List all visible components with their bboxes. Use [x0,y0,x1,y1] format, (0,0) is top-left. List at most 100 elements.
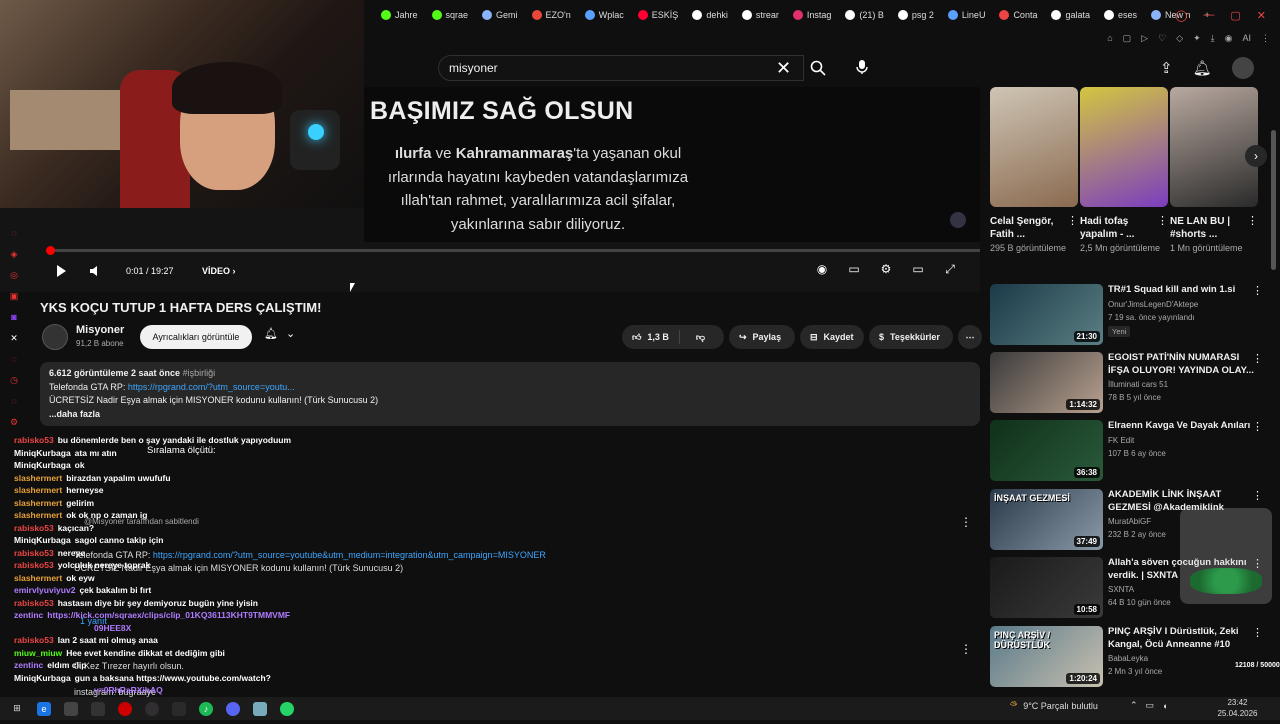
recommendation-channel[interactable]: Onur'JimsLegenD'Aktepe [1108,300,1198,309]
browser-tab[interactable]: eses [1097,0,1144,30]
recommendation-channel[interactable]: İlluminati cars 51 [1108,380,1168,389]
browser-tab[interactable]: psg 2 [891,0,941,30]
volume-icon[interactable]: ◖ [1162,701,1167,711]
upload-icon[interactable]: ⇪ [1160,59,1173,77]
recommendation-thumbnail[interactable]: 36:38 [990,420,1103,481]
download-icon[interactable]: ⤓ [1211,33,1215,44]
spotify-icon[interactable]: ♪ [199,701,213,716]
short-menu-icon[interactable]: ⋮ [1067,214,1078,227]
recommendation-menu-icon[interactable]: ⋮ [1252,420,1263,433]
app-icon[interactable] [91,701,105,716]
browser-tab[interactable]: (21) B [838,0,891,30]
theater-mode-icon[interactable]: ▭ [911,262,925,276]
profile-icon[interactable]: ◉ [1225,33,1233,44]
thanks-button[interactable]: $ Teşekkürler [869,325,953,349]
maximize-button[interactable]: ▢ [1230,9,1240,22]
network-icon[interactable]: ▭ [1146,700,1155,711]
recommendation-item[interactable]: 36:38 Elraenn Kavga Ve Dayak Anıları FK Ed… [990,420,1275,484]
recommendation-title[interactable]: PINÇ ARŞİV I Dürüstlük, Zeki Kangal, Öcü… [1108,626,1256,651]
description-box[interactable]: 6.612 görüntüleme 2 saat önce #işbirliği… [40,362,980,426]
subscription-bell-button[interactable]: 🔔︎ ⌄ [264,327,295,340]
sidebar-icon[interactable]: ◷ [9,375,19,385]
search-button[interactable] [805,55,831,81]
short-title[interactable]: Celal Şengör, Fatih ... [990,215,1078,241]
channel-name[interactable]: Misyoner [76,324,124,336]
scrollbar[interactable] [1271,130,1276,270]
tray-chevron-icon[interactable]: ⌃ [1130,700,1138,711]
settings-icon[interactable]: ⚙ [9,417,19,427]
browser-tab[interactable]: strear [735,0,786,30]
ext-icon[interactable]: ▢ [1123,33,1132,44]
channel-avatar[interactable] [42,324,68,350]
ext-icon[interactable]: ♡ [1158,33,1166,44]
sidebar-icon[interactable]: ◌ [9,228,19,238]
short-title[interactable]: NE LAN BU | #shorts ... [1170,215,1258,241]
whatsapp-icon[interactable] [280,701,294,716]
browser-tab[interactable]: dehki [685,0,735,30]
browser-tab[interactable]: Jahre [374,0,425,30]
browser-tab[interactable]: Instag [786,0,839,30]
browser-tab[interactable]: Gemi [475,0,525,30]
obs-icon[interactable] [145,701,159,716]
ai-icon[interactable]: AI [1242,33,1251,43]
save-button[interactable]: ⊟ Kaydet [800,325,864,349]
fullscreen-icon[interactable]: ⤢ [943,262,957,276]
browser-tab[interactable]: Conta [992,0,1044,30]
extensions-icon[interactable]: ✦ [1193,33,1201,44]
app-icon[interactable] [253,701,267,716]
app-icon[interactable] [64,701,78,716]
dislike-button[interactable]: 👎︎ [686,332,715,343]
browser-tab[interactable]: Wplac [578,0,631,30]
recommendation-channel[interactable]: MuratAbiGF [1108,517,1151,526]
recommendation-thumbnail[interactable]: İNŞAAT GEZMESİ 37:49 [990,489,1103,550]
autoplay-toggle[interactable]: ◉ [815,262,829,276]
subtitles-icon[interactable]: ▭ [847,262,861,276]
play-button[interactable] [54,262,68,280]
browser-tab[interactable]: EZO'n [525,0,578,30]
voice-search-button[interactable] [850,55,874,79]
notifications-bell-icon[interactable]: 🔔︎ [1193,59,1212,77]
recommendation-channel[interactable]: BabaLeyka [1108,654,1148,663]
browser-tab[interactable]: galata [1044,0,1097,30]
search-tabs-icon[interactable]: ◯ [1175,9,1187,22]
hashtag[interactable]: #işbirliği [183,368,216,378]
recommendation-menu-icon[interactable]: ⋮ [1252,284,1263,297]
edge-icon[interactable]: e [37,701,51,716]
short-card[interactable]: Hadi tofaş yapalım - ... 2,5 Mn görüntüle… [1080,87,1168,254]
recommendation-channel[interactable]: SXNTA [1108,585,1134,594]
progress-bar[interactable] [46,246,980,255]
chapter-button[interactable]: VİDEO › [202,262,236,280]
sidebar-icon[interactable]: ▣ [9,291,19,301]
desc-link[interactable]: https://rpgrand.com/?utm_source=youtu... [128,382,295,392]
shorts-next-button[interactable]: › [1245,145,1267,167]
search-input[interactable]: misyoner [438,55,804,81]
ext-icon[interactable]: ◇ [1176,33,1183,44]
recommendation-thumbnail[interactable]: 21:30 [990,284,1103,345]
progress-handle[interactable] [46,246,55,255]
volume-button[interactable] [88,262,102,280]
short-card[interactable]: Celal Şengör, Fatih ... 295 B görüntüleme… [990,87,1078,254]
ext-icon[interactable]: ▷ [1141,33,1148,44]
recommendation-thumbnail[interactable]: 10:58 [990,557,1103,618]
sidebar-icon[interactable]: ◈ [9,249,19,259]
browser-tab[interactable]: ESKİŞ [631,0,686,30]
recommendation-item[interactable]: PINÇ ARŞİV / DÜRÜSTLÜK 1:20:24 PINÇ ARŞİV … [990,626,1275,690]
minimize-button[interactable]: — [1203,9,1214,21]
recommendation-thumbnail[interactable]: 1:14:32 [990,352,1103,413]
short-thumbnail[interactable] [1170,87,1258,207]
comment-menu-icon[interactable]: ⋮ [960,642,972,656]
short-title[interactable]: Hadi tofaş yapalım - ... [1080,215,1168,241]
twitch-icon[interactable]: ◙ [9,312,19,322]
recommendation-menu-icon[interactable]: ⋮ [1252,626,1263,639]
more-actions-button[interactable]: ⋯ [958,325,982,349]
sidebar-icon[interactable]: ◌ [9,354,19,364]
recommendation-channel[interactable]: FK Edit [1108,436,1134,445]
recommendation-title[interactable]: Elraenn Kavga Ve Dayak Anıları [1108,420,1256,433]
browser-tab[interactable]: sqrae [425,0,476,30]
recommendation-menu-icon[interactable]: ⋮ [1252,489,1263,502]
recommendation-title[interactable]: EGOIST PATİ'NİN NUMARASI İFŞA OLUYOR! YA… [1108,352,1256,377]
account-avatar[interactable] [1231,57,1254,79]
short-thumbnail[interactable] [1080,87,1168,207]
recommendation-menu-icon[interactable]: ⋮ [1252,352,1263,365]
discord-icon[interactable] [226,701,240,716]
